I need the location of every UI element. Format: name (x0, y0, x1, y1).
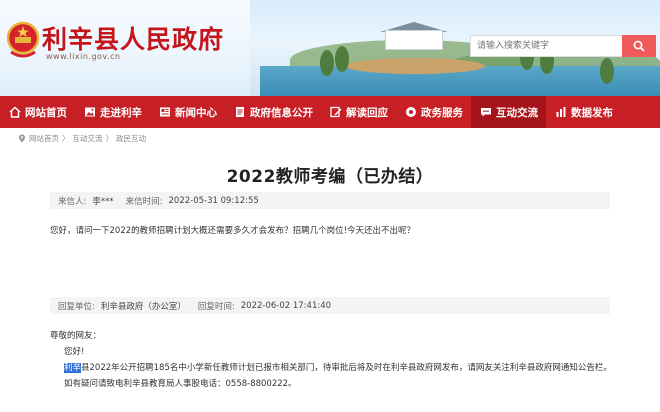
chat-icon (481, 108, 491, 117)
page-title: 2022教师考编（已办结） (226, 167, 434, 187)
selected-text[interactable]: 利辛 (64, 363, 82, 373)
service-icon (406, 107, 416, 117)
nav-item-info-disclosure[interactable]: 政府信息公开 (225, 96, 321, 128)
reply-contact: 如有疑问请致电利辛县教育局人事股电话：0558-8800222。 (64, 379, 297, 389)
breadcrumb-current[interactable]: 政民互动 (116, 133, 146, 144)
letter-time: 2022-05-31 09:12:55 (168, 195, 259, 206)
nav-item-news[interactable]: 新闻中心 (150, 96, 225, 128)
breadcrumb-separator: 〉 (105, 134, 114, 143)
breadcrumb-home[interactable]: 网站首页 (29, 133, 59, 144)
nav-item-label: 解读回应 (346, 106, 388, 119)
breadcrumb-separator: 〉 (62, 134, 70, 143)
reply-body-text: 县2022年公开招聘185名中小学新任教师计划已报市相关部门，待审批后将及时在利… (81, 363, 612, 373)
newspaper-icon (160, 107, 170, 117)
reply-meta: 回复单位: 利辛县政府（办公室） 回复时间: 2022-06-02 17:41:… (50, 297, 610, 314)
image-icon (85, 107, 95, 117)
search-button[interactable] (622, 35, 656, 57)
reply-time: 2022-06-02 17:41:40 (240, 300, 332, 311)
letter-meta: 来信人: 李*** 来信时间: 2022-05-31 09:12:55 (50, 192, 610, 209)
nav-item-interpretation[interactable]: 解读回应 (321, 96, 396, 128)
site-title[interactable]: 利辛县人民政府 (42, 20, 224, 56)
nav-item-label: 新闻中心 (175, 106, 217, 119)
nav-item-label: 网站首页 (25, 106, 67, 119)
reply-greeting: 尊敬的网友： (50, 331, 102, 341)
document-icon (236, 107, 244, 117)
nav-item-label: 数据发布 (571, 106, 613, 119)
chart-icon (556, 107, 566, 117)
sender-label: 来信人: (58, 196, 87, 207)
reply-content: 尊敬的网友： 您好! 利辛县2022年公开招聘185名中小学新任教师计划已报市相… (50, 328, 630, 392)
nav-item-data-release[interactable]: 数据发布 (546, 96, 621, 128)
nav-item-label: 互动交流 (496, 106, 538, 119)
sender-name: 李*** (92, 196, 114, 207)
reply-unit: 利辛县政府（办公室） (100, 301, 186, 312)
site-url: www.lixin.gov.cn (46, 52, 121, 61)
home-icon (9, 106, 21, 118)
nav-item-services[interactable]: 政务服务 (396, 96, 471, 128)
nav-item-about[interactable]: 走进利辛 (75, 96, 150, 128)
nav-item-home[interactable]: 网站首页 (0, 96, 75, 128)
nav-item-label: 政务服务 (421, 106, 463, 119)
reply-time-label: 回复时间: (197, 301, 235, 312)
national-emblem-icon (6, 21, 40, 58)
reply-body: 利辛县2022年公开招聘185名中小学新任教师计划已报市相关部门，待审批后将及时… (50, 360, 630, 376)
nav-item-interaction[interactable]: 互动交流 (471, 96, 546, 128)
letter-time-label: 来信时间: (125, 196, 163, 207)
search-input[interactable] (470, 35, 622, 57)
nav-item-label: 政府信息公开 (250, 106, 313, 119)
breadcrumb: 网站首页 〉 互动交流 〉 政民互动 (18, 133, 146, 144)
nav-item-label: 走进利辛 (100, 106, 142, 119)
breadcrumb-interaction[interactable]: 互动交流 (73, 133, 103, 144)
reply-hello: 您好! (64, 347, 85, 357)
edit-icon (330, 106, 342, 118)
reply-unit-label: 回复单位: (58, 301, 95, 312)
location-pin-icon (19, 134, 25, 143)
main-nav: 网站首页 走进利辛 新闻中心 政府信息公开 解读回应 政务服务 互动交流 数据发… (0, 96, 660, 128)
header-banner: 利辛县人民政府 www.lixin.gov.cn (0, 0, 660, 96)
letter-content: 您好，请问一下2022的教师招聘计划大概还需要多久才会发布？招聘几个岗位!今天还… (50, 226, 416, 236)
search-icon (633, 40, 645, 52)
